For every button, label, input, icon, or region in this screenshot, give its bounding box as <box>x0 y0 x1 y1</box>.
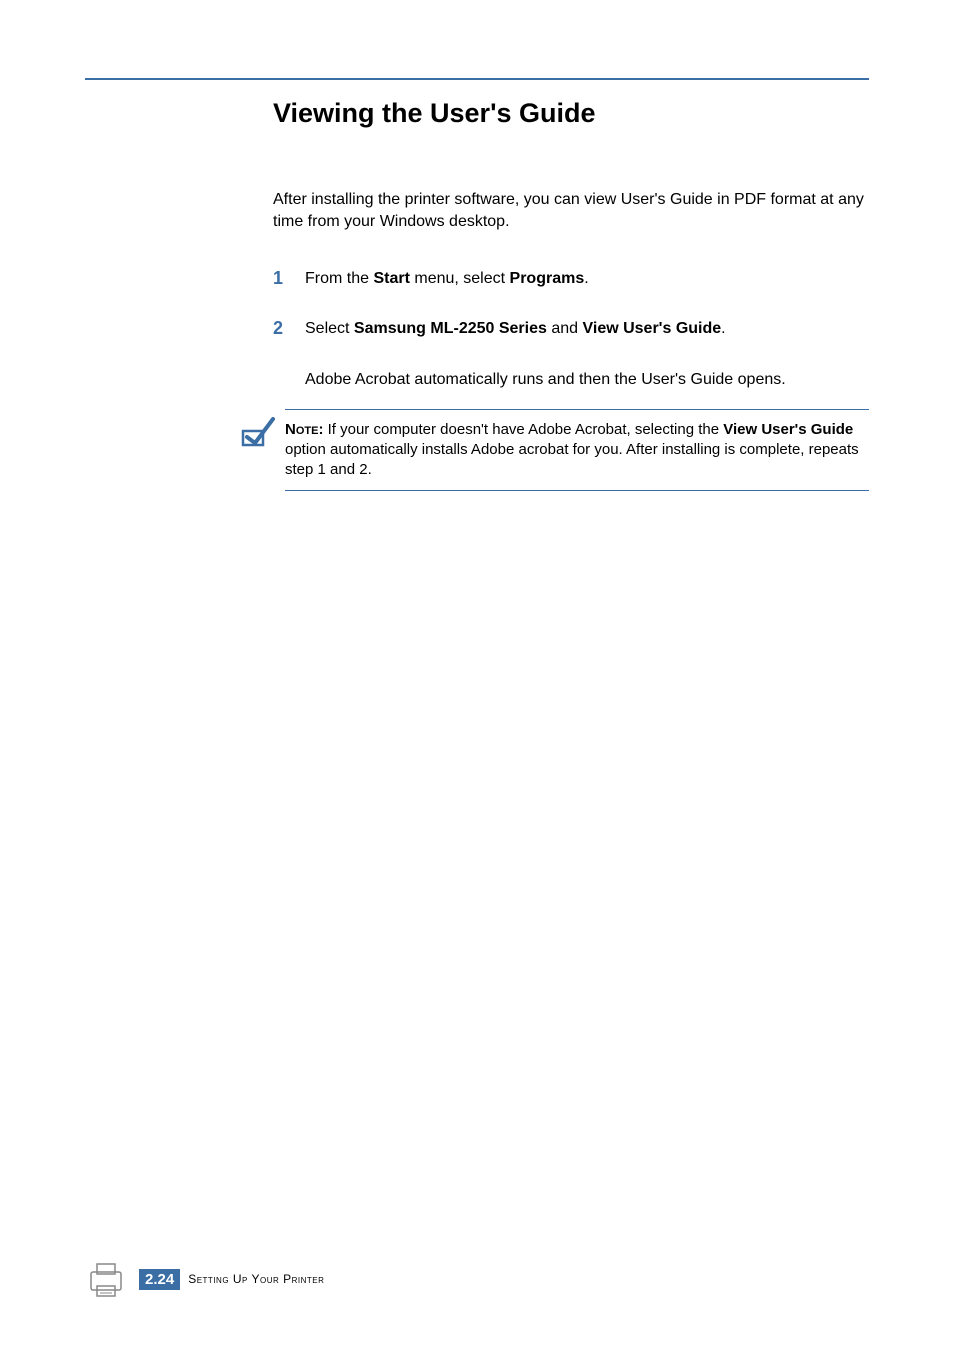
step-2-number: 2 <box>273 318 305 339</box>
note-block: Note: If your computer doesn't have Adob… <box>239 409 869 491</box>
note-label: Note: <box>285 421 323 438</box>
step-2-mid: and <box>547 320 583 337</box>
top-divider <box>85 78 869 80</box>
page-footer: 2.24 Setting Up Your Printer <box>85 1258 324 1300</box>
step-1-text: From the Start menu, select Programs. <box>305 268 589 290</box>
step-2-text: Select Samsung ML-2250 Series and View U… <box>305 318 726 340</box>
footer-title: Setting Up Your Printer <box>188 1272 324 1286</box>
step-1-bold-1: Start <box>373 270 409 287</box>
note-text-line: Note: If your computer doesn't have Adob… <box>285 421 859 479</box>
intro-paragraph: After installing the printer software, y… <box>273 189 869 234</box>
note-content: Note: If your computer doesn't have Adob… <box>285 409 869 491</box>
step-1-number: 1 <box>273 268 305 289</box>
step-2-followup: Adobe Acrobat automatically runs and the… <box>305 369 869 391</box>
step-1-pre: From the <box>305 270 373 287</box>
step-2: 2 Select Samsung ML-2250 Series and View… <box>273 318 869 340</box>
step-2-post: . <box>721 320 725 337</box>
page-heading: Viewing the User's Guide <box>273 98 869 129</box>
note-post: option automatically installs Adobe acro… <box>285 441 859 478</box>
page-number-box: 2.24 <box>139 1269 180 1290</box>
note-bold-1: View User's Guide <box>723 421 853 438</box>
step-1-mid: menu, select <box>410 270 510 287</box>
page-number-prefix: 2. <box>145 1271 158 1288</box>
checkmark-icon <box>239 413 279 458</box>
step-2-bold-2: View User's Guide <box>582 320 721 337</box>
printer-icon <box>85 1258 127 1300</box>
step-2-bold-1: Samsung ML-2250 Series <box>354 320 547 337</box>
page-number: 24 <box>158 1271 175 1288</box>
step-2-pre: Select <box>305 320 354 337</box>
note-pre: If your computer doesn't have Adobe Acro… <box>323 421 723 438</box>
step-1-post: . <box>584 270 588 287</box>
step-1-bold-2: Programs <box>510 270 585 287</box>
step-1: 1 From the Start menu, select Programs. <box>273 268 869 290</box>
